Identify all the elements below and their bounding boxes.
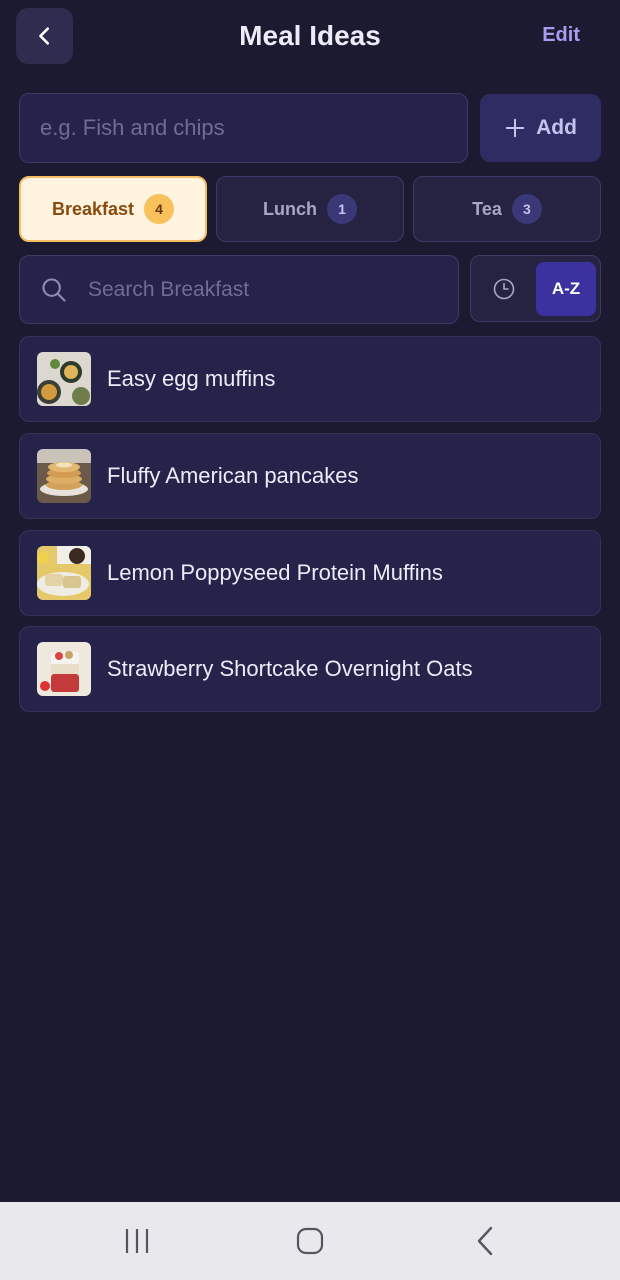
page-title: Meal Ideas bbox=[239, 20, 381, 51]
meal-thumbnail bbox=[37, 642, 91, 696]
tab-count-badge: 4 bbox=[144, 194, 175, 224]
tab-label: Lunch bbox=[263, 198, 317, 219]
tab-count-badge: 3 bbox=[511, 194, 542, 224]
meal-name: Strawberry Shortcake Overnight Oats bbox=[107, 656, 473, 681]
home-icon bbox=[296, 1227, 324, 1255]
home-button[interactable] bbox=[270, 1202, 350, 1280]
meal-item[interactable]: Fluffy American pancakes bbox=[19, 433, 601, 519]
sort-az-button[interactable]: A-Z bbox=[536, 262, 596, 316]
meal-name-input[interactable]: e.g. Fish and chips bbox=[19, 93, 468, 163]
meal-item[interactable]: Lemon Poppyseed Protein Muffins bbox=[19, 530, 601, 616]
tab-label: Tea bbox=[472, 198, 502, 219]
meal-name: Lemon Poppyseed Protein Muffins bbox=[107, 560, 443, 585]
plus-icon bbox=[505, 118, 525, 138]
clock-icon bbox=[493, 278, 515, 299]
meal-name-placeholder: e.g. Fish and chips bbox=[40, 115, 225, 140]
edit-button[interactable]: Edit bbox=[542, 24, 580, 47]
sort-toggle: A-Z bbox=[470, 255, 601, 322]
recents-button[interactable] bbox=[97, 1202, 177, 1280]
add-button[interactable]: Add bbox=[480, 94, 601, 162]
tab-lunch[interactable]: Lunch 1 bbox=[216, 176, 404, 242]
system-back-button[interactable] bbox=[445, 1202, 525, 1280]
search-placeholder: Search Breakfast bbox=[88, 277, 250, 301]
meal-item[interactable]: Strawberry Shortcake Overnight Oats bbox=[19, 626, 601, 712]
header: Meal Ideas Edit bbox=[0, 0, 620, 80]
add-button-label: Add bbox=[536, 116, 577, 139]
search-input[interactable]: Search Breakfast bbox=[19, 255, 459, 324]
meal-name: Easy egg muffins bbox=[107, 366, 276, 391]
tab-count-badge: 1 bbox=[327, 194, 357, 224]
meal-item[interactable]: Easy egg muffins bbox=[19, 336, 601, 422]
meal-name: Fluffy American pancakes bbox=[107, 463, 359, 488]
meal-thumbnail bbox=[37, 546, 91, 600]
meal-thumbnail bbox=[37, 352, 91, 406]
tab-breakfast[interactable]: Breakfast 4 bbox=[19, 176, 207, 242]
tab-tea[interactable]: Tea 3 bbox=[413, 176, 601, 242]
back-icon bbox=[477, 1226, 493, 1256]
system-nav-bar bbox=[0, 1202, 620, 1280]
meal-thumbnail bbox=[37, 449, 91, 503]
sort-by-time-button[interactable] bbox=[471, 256, 537, 321]
tab-label: Breakfast bbox=[51, 198, 135, 219]
recents-icon bbox=[125, 1229, 149, 1253]
search-icon bbox=[42, 277, 66, 302]
app-root: Meal Ideas Edit e.g. Fish and chips Add … bbox=[0, 0, 620, 1280]
